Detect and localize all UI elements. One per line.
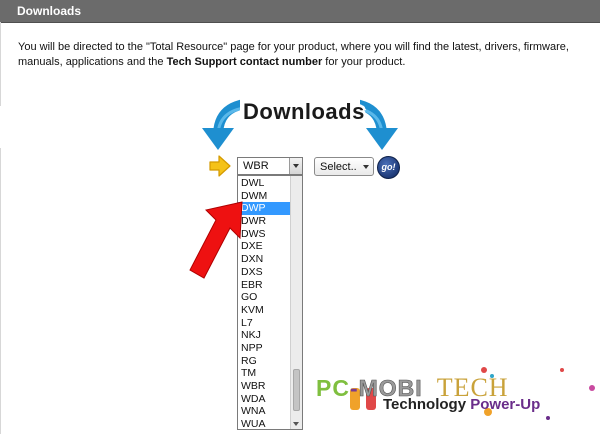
product-select[interactable]: Select.. <box>314 157 374 176</box>
section-header: Downloads <box>0 0 600 23</box>
model-dropdown-list[interactable]: DWL DWM DWP DWR DWS DXE DXN DXS EBR GO KVM L7 NKJ NPP… <box>237 175 303 430</box>
intro-text: You will be directed to the "Total Resou… <box>18 40 588 70</box>
model-option[interactable]: WNA <box>238 405 291 418</box>
chevron-down-icon <box>363 165 369 169</box>
watermark-tagline-main: Technology <box>383 396 471 413</box>
model-option[interactable]: NPP <box>238 342 291 355</box>
yellow-arrow-icon <box>209 155 231 177</box>
scroll-down-icon[interactable] <box>293 422 299 426</box>
tech-support-bold: Tech Support contact number <box>166 56 323 68</box>
go-button[interactable]: go! <box>377 156 400 179</box>
product-select-value: Select.. <box>320 161 357 173</box>
left-border <box>0 22 1 434</box>
banner-title: Downloads <box>243 99 365 124</box>
model-option[interactable]: TM <box>238 367 291 380</box>
watermark-pc: PC <box>316 375 350 401</box>
model-option[interactable]: DWL <box>238 177 291 190</box>
watermark-tagline-accent: Power-Up <box>470 396 541 413</box>
chevron-down-icon[interactable] <box>289 158 302 174</box>
model-select[interactable]: WBR <box>237 157 303 175</box>
intro-text-part2: for your product. <box>322 56 406 68</box>
watermark-dash: - <box>349 375 359 401</box>
model-option[interactable]: WBR <box>238 380 291 393</box>
scrollbar-thumb[interactable] <box>293 369 300 411</box>
model-option[interactable]: GO <box>238 291 291 304</box>
model-option[interactable]: L7 <box>238 317 291 330</box>
model-select-value: WBR <box>243 160 269 172</box>
red-arrow-icon <box>189 201 243 279</box>
model-option[interactable]: NKJ <box>238 329 291 342</box>
model-option[interactable]: WDA <box>238 393 291 406</box>
watermark-tagline: Technology Power-Up <box>383 396 540 413</box>
header-title: Downloads <box>17 4 82 18</box>
dropdown-scrollbar[interactable] <box>290 176 302 429</box>
model-option[interactable]: WUA <box>238 418 291 429</box>
model-option[interactable]: RG <box>238 355 291 368</box>
model-option[interactable]: KVM <box>238 304 291 317</box>
